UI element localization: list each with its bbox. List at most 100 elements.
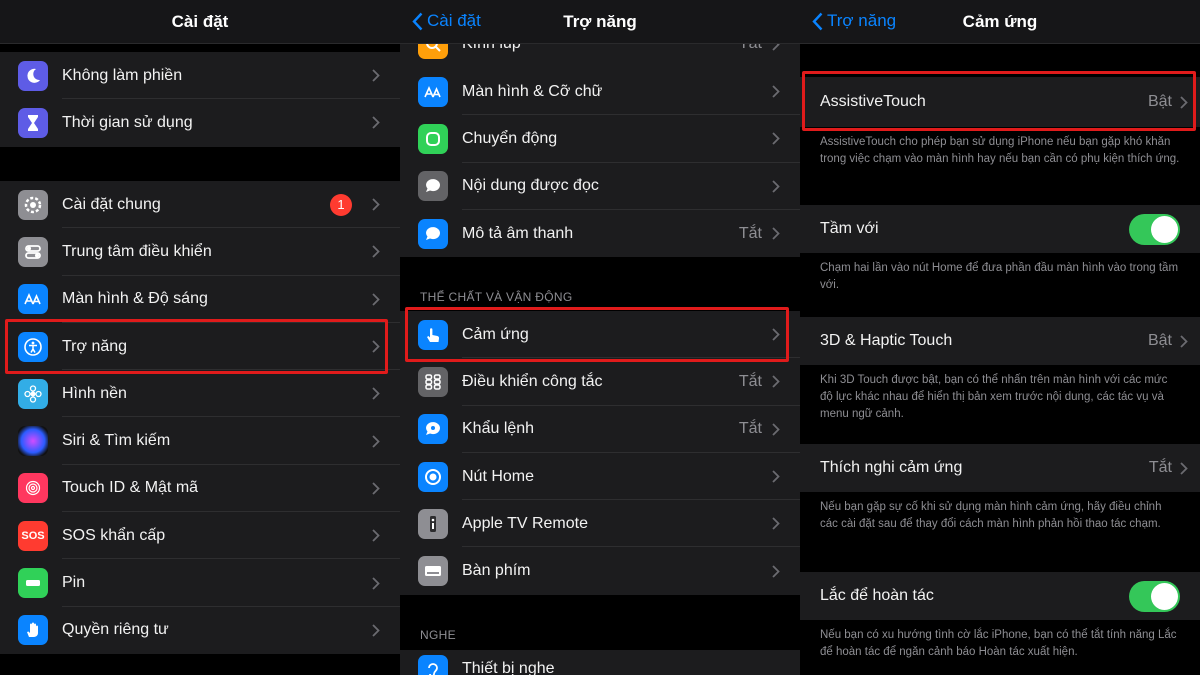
row-keyboards[interactable]: Bàn phím [400,547,800,594]
row-label: Lắc để hoàn tác [820,587,934,604]
touch-nav-bar: Trợ năng Cảm ứng [800,0,1200,44]
row-switch-control[interactable]: Điều khiển công tắc Tắt [400,358,800,406]
accessibility-title: Trợ năng [563,12,637,31]
speech-icon [418,171,448,202]
row-shake-to-undo[interactable]: Lắc để hoàn tác [800,572,1200,620]
chevron-right-icon [372,529,380,542]
row-reachability[interactable]: Tầm với [800,205,1200,253]
touch-title: Cảm ứng [962,12,1038,31]
row-value: Tắt [738,372,762,390]
row-battery[interactable]: Pin [0,559,400,607]
moon-icon [18,60,48,91]
chevron-right-icon [372,69,380,82]
settings-group-main: Cài đặt chung 1 Trung tâm điều khiển Màn… [0,181,400,654]
row-value: Tắt [1148,459,1172,476]
remote-icon [418,508,448,539]
row-wallpaper[interactable]: Hình nền [0,370,400,418]
shake-to-undo-toggle[interactable] [1129,581,1180,612]
row-label: Màn hình & Cỡ chữ [462,82,603,100]
notification-badge: 1 [330,193,352,216]
sos-icon: SOS [18,520,48,551]
row-label: Pin [62,574,86,592]
touch-panel: Trợ năng Cảm ứng AssistiveTouch Bật Assi… [800,0,1200,675]
gear-icon [18,189,48,220]
row-do-not-disturb[interactable]: Không làm phiền [0,52,400,100]
row-label: Touch ID & Mật mã [62,479,199,497]
row-touch-accommodations[interactable]: Thích nghi cảm ứng Tắt [800,444,1200,492]
home-button-icon [418,461,448,492]
row-label: Mô tả âm thanh [462,224,574,242]
row-apple-tv-remote[interactable]: Apple TV Remote [400,500,800,548]
settings-nav-bar: Cài đặt [0,0,400,44]
row-3d-haptic-touch[interactable]: 3D & Haptic Touch Bật [800,317,1200,365]
haptic-footer: Khi 3D Touch được bật, bạn có thể nhấn t… [820,374,1168,420]
chevron-right-icon [772,132,780,146]
row-general[interactable]: Cài đặt chung 1 [0,181,400,229]
chevron-right-icon [772,470,780,483]
chevron-right-icon [372,482,380,495]
chevron-right-icon [772,564,780,578]
row-label: Nội dung được đọc [462,177,599,195]
hand-icon [18,615,48,646]
accessibility-nav-bar: Cài đặt Trợ năng [400,0,800,44]
row-screen-time[interactable]: Thời gian sử dụng [0,99,400,146]
settings-group-focus: Không làm phiền Thời gian sử dụng [0,52,400,147]
row-motion[interactable]: Chuyển động [400,115,800,163]
row-privacy[interactable]: Quyền riêng tư [0,607,400,654]
row-display-brightness[interactable]: Màn hình & Độ sáng [0,276,400,323]
audio-description-icon [418,218,448,249]
row-touch-id[interactable]: Touch ID & Mật mã [0,465,400,513]
assistivetouch-footer: AssistiveTouch cho phép bạn sử dụng iPho… [820,136,1180,165]
row-hearing-devices[interactable]: Thiết bị nghe [400,650,800,675]
row-control-center[interactable]: Trung tâm điều khiển [0,228,400,276]
row-spoken-content[interactable]: Nội dung được đọc [400,163,800,210]
row-audio-descriptions[interactable]: Mô tả âm thanh Tắt [400,210,800,257]
row-label: Không làm phiền [62,66,183,84]
row-voice-control[interactable]: Khẩu lệnh Tắt [400,406,800,453]
row-label: SOS khẩn cấp [62,526,166,544]
reachability-toggle[interactable] [1129,214,1180,245]
fingerprint-icon [18,473,48,504]
row-value: Tắt [738,224,762,242]
row-display-text-size[interactable]: Màn hình & Cỡ chữ [400,68,800,116]
chevron-right-icon [772,180,780,193]
accessibility-group-vision-main: Màn hình & Cỡ chữ Chuyển động Nội dung đ… [400,68,800,258]
siri-icon [18,426,48,457]
row-label: Nút Home [462,467,535,485]
row-siri-search[interactable]: Siri & Tìm kiếm [0,417,400,465]
row-label: Màn hình & Độ sáng [62,290,208,308]
switches-icon [18,236,48,267]
row-emergency-sos[interactable]: SOS SOS khẩn cấp [0,512,400,560]
chevron-right-icon [372,245,380,259]
chevron-right-icon [372,576,380,590]
highlight-box [802,71,1196,131]
row-label: Quyền riêng tư [62,621,169,639]
chevron-right-icon [1180,334,1188,348]
section-header-physical: THỂ CHẤT VÀ VẬN ĐỘNG [420,290,573,304]
row-label: Thời gian sử dụng [62,113,193,131]
chevron-right-icon [372,198,380,211]
grid-icon [418,366,448,397]
row-home-button[interactable]: Nút Home [400,453,800,501]
row-label: Hình nền [62,384,127,402]
display-aa-icon [18,284,48,315]
voice-control-icon [418,414,448,445]
motion-icon [418,123,448,154]
row-label: Tầm với [820,220,879,237]
row-label: 3D & Haptic Touch [820,332,953,349]
shake-footer: Nếu bạn có xu hướng tình cờ lắc iPhone, … [820,629,1177,658]
keyboard-icon [418,556,448,587]
row-label: Siri & Tìm kiếm [62,432,171,450]
accessibility-panel: Kính lúp Tắt Cài đặt Trợ năng Màn hình &… [400,0,800,675]
flower-icon [18,378,48,409]
row-label: Bàn phím [462,562,531,580]
reachability-footer: Chạm hai lần vào nút Home để đưa phần đầ… [820,262,1179,291]
chevron-right-icon [372,434,380,448]
row-label: Chuyển động [462,129,558,147]
accessibility-group-hearing: Thiết bị nghe [400,650,800,675]
row-label: Điều khiển công tắc [462,372,603,390]
chevron-right-icon [772,375,780,389]
touch-group-haptic: 3D & Haptic Touch Bật [800,317,1200,365]
touch-group-shake: Lắc để hoàn tác [800,572,1200,620]
row-label: Cài đặt chung [62,195,161,213]
